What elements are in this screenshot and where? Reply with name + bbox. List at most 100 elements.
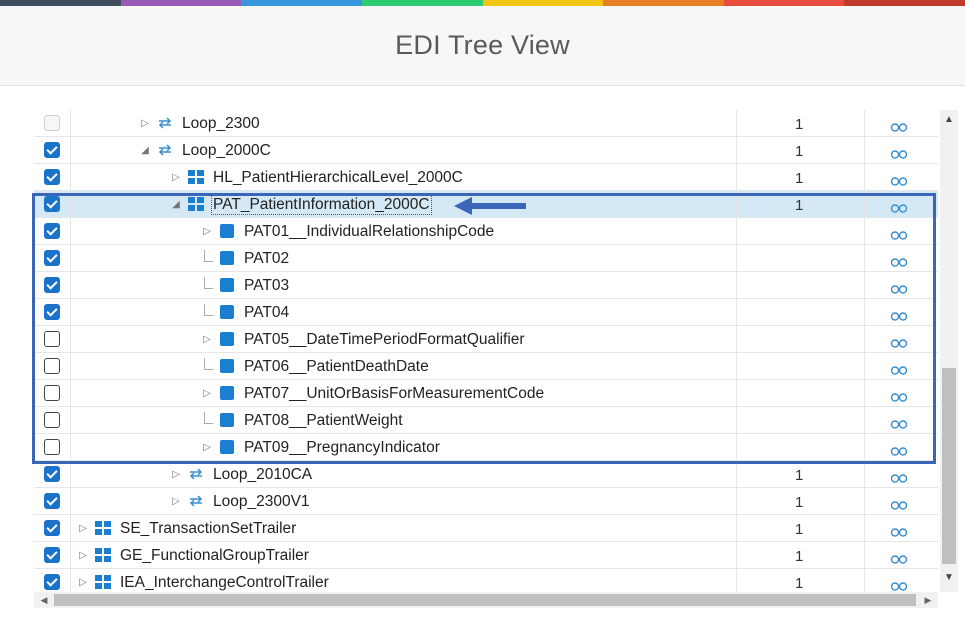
link-icon[interactable] bbox=[890, 389, 908, 402]
tree-node-label[interactable]: PAT01__IndividualRelationshipCode bbox=[244, 223, 494, 240]
link-icon[interactable] bbox=[890, 578, 908, 591]
link-icon[interactable] bbox=[890, 551, 908, 564]
tree-row[interactable]: ▷ Loop_2300 1 bbox=[34, 110, 938, 137]
link-icon[interactable] bbox=[890, 146, 908, 159]
scroll-right-icon[interactable]: ▶ bbox=[920, 592, 936, 608]
expand-toggle-icon[interactable]: ▷ bbox=[202, 387, 212, 400]
tree-node-label[interactable]: PAT08__PatientWeight bbox=[244, 412, 403, 429]
row-checkbox[interactable] bbox=[44, 412, 60, 428]
expand-toggle-icon[interactable]: ▷ bbox=[78, 522, 88, 535]
scroll-up-icon[interactable]: ▲ bbox=[940, 112, 958, 128]
expand-toggle-icon[interactable]: ▷ bbox=[78, 576, 88, 589]
row-checkbox[interactable] bbox=[44, 547, 60, 563]
link-icon[interactable] bbox=[890, 254, 908, 267]
loop-icon bbox=[187, 466, 205, 482]
link-icon[interactable] bbox=[890, 362, 908, 375]
segment-icon bbox=[94, 520, 112, 536]
horizontal-scrollbar[interactable]: ◀ ▶ bbox=[34, 592, 938, 608]
row-checkbox[interactable] bbox=[44, 439, 60, 455]
link-icon[interactable] bbox=[890, 335, 908, 348]
expand-toggle-icon[interactable]: ▷ bbox=[202, 333, 212, 346]
tree-connector-line bbox=[204, 250, 213, 262]
tree-node-label[interactable]: PAT02 bbox=[244, 250, 289, 267]
link-icon[interactable] bbox=[890, 497, 908, 510]
row-checkbox[interactable] bbox=[44, 520, 60, 536]
collapse-toggle-icon[interactable]: ◢ bbox=[171, 198, 181, 211]
row-checkbox[interactable] bbox=[44, 223, 60, 239]
occurrence-count: 1 bbox=[795, 548, 804, 565]
vertical-scroll-thumb[interactable] bbox=[942, 368, 956, 564]
tree-row[interactable]: PAT03 bbox=[34, 272, 938, 299]
link-icon[interactable] bbox=[890, 443, 908, 456]
tree-node-label[interactable]: PAT04 bbox=[244, 304, 289, 321]
row-checkbox[interactable] bbox=[44, 493, 60, 509]
tree-row[interactable]: ▷ PAT01__IndividualRelationshipCode bbox=[34, 218, 938, 245]
tree-row[interactable]: ▷ IEA_InterchangeControlTrailer 1 bbox=[34, 569, 938, 592]
tree-row[interactable]: ▷ PAT07__UnitOrBasisForMeasurementCode bbox=[34, 380, 938, 407]
element-icon bbox=[218, 439, 236, 455]
tree-row[interactable]: ▷ Loop_2300V1 1 bbox=[34, 488, 938, 515]
tree-node-label[interactable]: PAT09__PregnancyIndicator bbox=[244, 439, 440, 456]
expand-toggle-icon[interactable]: ▷ bbox=[202, 441, 212, 454]
tree-row[interactable]: PAT08__PatientWeight bbox=[34, 407, 938, 434]
occurrence-count: 1 bbox=[795, 521, 804, 538]
tree-node-label[interactable]: PAT06__PatientDeathDate bbox=[244, 358, 429, 375]
link-icon[interactable] bbox=[890, 119, 908, 132]
tree-node-label[interactable]: SE_TransactionSetTrailer bbox=[120, 520, 296, 537]
expand-toggle-icon[interactable]: ▷ bbox=[202, 225, 212, 238]
expand-toggle-icon[interactable]: ▷ bbox=[171, 495, 181, 508]
link-icon[interactable] bbox=[890, 524, 908, 537]
row-checkbox[interactable] bbox=[44, 385, 60, 401]
tree-row[interactable]: ▷ PAT05__DateTimePeriodFormatQualifier bbox=[34, 326, 938, 353]
tree-row[interactable]: ▷ SE_TransactionSetTrailer 1 bbox=[34, 515, 938, 542]
link-icon[interactable] bbox=[890, 281, 908, 294]
element-icon bbox=[218, 223, 236, 239]
tree-row[interactable]: ▷ GE_FunctionalGroupTrailer 1 bbox=[34, 542, 938, 569]
expand-toggle-icon[interactable]: ▷ bbox=[78, 549, 88, 562]
row-checkbox[interactable] bbox=[44, 574, 60, 590]
row-checkbox[interactable] bbox=[44, 466, 60, 482]
tree-row[interactable]: PAT06__PatientDeathDate bbox=[34, 353, 938, 380]
row-checkbox[interactable] bbox=[44, 169, 60, 185]
link-icon[interactable] bbox=[890, 200, 908, 213]
tree-connector-line bbox=[204, 277, 213, 289]
tree-node-label[interactable]: IEA_InterchangeControlTrailer bbox=[120, 574, 329, 591]
vertical-scrollbar[interactable]: ▲ ▼ bbox=[940, 110, 958, 592]
row-checkbox[interactable] bbox=[44, 331, 60, 347]
row-checkbox[interactable] bbox=[44, 277, 60, 293]
horizontal-scroll-thumb[interactable] bbox=[54, 594, 916, 606]
row-checkbox[interactable] bbox=[44, 358, 60, 374]
tree-row[interactable]: ▷ HL_PatientHierarchicalLevel_2000C 1 bbox=[34, 164, 938, 191]
tree-row[interactable]: PAT02 bbox=[34, 245, 938, 272]
link-icon[interactable] bbox=[890, 227, 908, 240]
link-icon[interactable] bbox=[890, 416, 908, 429]
row-checkbox[interactable] bbox=[44, 250, 60, 266]
tree-row[interactable]: ◢ Loop_2000C 1 bbox=[34, 137, 938, 164]
expand-toggle-icon[interactable]: ▷ bbox=[171, 468, 181, 481]
link-icon[interactable] bbox=[890, 308, 908, 321]
tree-row[interactable]: ▷ PAT09__PregnancyIndicator bbox=[34, 434, 938, 461]
link-icon[interactable] bbox=[890, 470, 908, 483]
link-icon[interactable] bbox=[890, 173, 908, 186]
row-checkbox[interactable] bbox=[44, 142, 60, 158]
tree-node-label[interactable]: Loop_2300V1 bbox=[213, 493, 310, 510]
tree-node-label[interactable]: PAT05__DateTimePeriodFormatQualifier bbox=[244, 331, 525, 348]
expand-toggle-icon[interactable]: ▷ bbox=[140, 117, 150, 130]
collapse-toggle-icon[interactable]: ◢ bbox=[140, 144, 150, 157]
tree-node-label[interactable]: PAT03 bbox=[244, 277, 289, 294]
scroll-left-icon[interactable]: ◀ bbox=[36, 592, 52, 608]
tree-row[interactable]: ▷ Loop_2010CA 1 bbox=[34, 461, 938, 488]
scroll-down-icon[interactable]: ▼ bbox=[940, 570, 958, 586]
tree-node-label[interactable]: HL_PatientHierarchicalLevel_2000C bbox=[213, 169, 463, 186]
tree-row[interactable]: PAT04 bbox=[34, 299, 938, 326]
tree-node-label[interactable]: PAT_PatientInformation_2000C bbox=[211, 194, 432, 215]
expand-toggle-icon[interactable]: ▷ bbox=[171, 171, 181, 184]
column-divider bbox=[70, 326, 71, 353]
row-checkbox[interactable] bbox=[44, 304, 60, 320]
tree-node-label[interactable]: PAT07__UnitOrBasisForMeasurementCode bbox=[244, 385, 544, 402]
tree-node-label[interactable]: Loop_2000C bbox=[182, 142, 271, 159]
tree-node-label[interactable]: Loop_2300 bbox=[182, 115, 260, 132]
tree-node-label[interactable]: GE_FunctionalGroupTrailer bbox=[120, 547, 309, 564]
row-checkbox[interactable] bbox=[44, 196, 60, 212]
tree-node-label[interactable]: Loop_2010CA bbox=[213, 466, 312, 483]
